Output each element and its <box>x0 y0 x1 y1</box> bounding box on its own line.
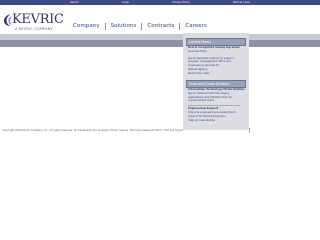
nav-careers[interactable]: Careers <box>185 22 207 30</box>
logo-wordmark: KEVRIC <box>12 12 64 27</box>
main-navigation: Company Solutions Contracts Careers <box>73 22 207 30</box>
footer-divider <box>249 128 250 133</box>
nav-separator <box>141 22 143 30</box>
case-studies-list: Information Technology Modernization Kev… <box>188 88 246 122</box>
nav-company[interactable]: Company <box>73 22 100 30</box>
case-studies-title: Featured Case Studies <box>189 82 230 86</box>
site-header: KEVRIC A KEVRIC COMPANY Company Solution… <box>0 5 320 34</box>
case-studies-heading: Featured Case Studies <box>186 80 246 88</box>
logo-tagline: A KEVRIC COMPANY <box>15 27 53 31</box>
news-item-line[interactable]: business firms <box>188 50 246 54</box>
latest-news-title: Latest News <box>189 40 211 44</box>
read-more-news-link[interactable]: Read more news <box>188 72 246 76</box>
copyright-text: Copyright 2008 Kevric Company, Inc. All … <box>2 129 184 132</box>
nav-separator <box>104 22 106 30</box>
nav-contracts[interactable]: Contracts <box>147 22 174 30</box>
case-study-line: a government client <box>188 99 215 103</box>
view-all-case-studies-link[interactable]: View all case studies <box>188 119 246 123</box>
nav-separator <box>179 22 181 30</box>
latest-news-list: Kevric recognized among top small busine… <box>188 46 246 76</box>
header-band-dark <box>0 40 320 47</box>
nav-solutions[interactable]: Solutions <box>111 22 137 30</box>
kevric-logo[interactable]: KEVRIC A KEVRIC COMPANY <box>3 11 64 33</box>
latest-news-heading: Latest News <box>186 38 246 46</box>
